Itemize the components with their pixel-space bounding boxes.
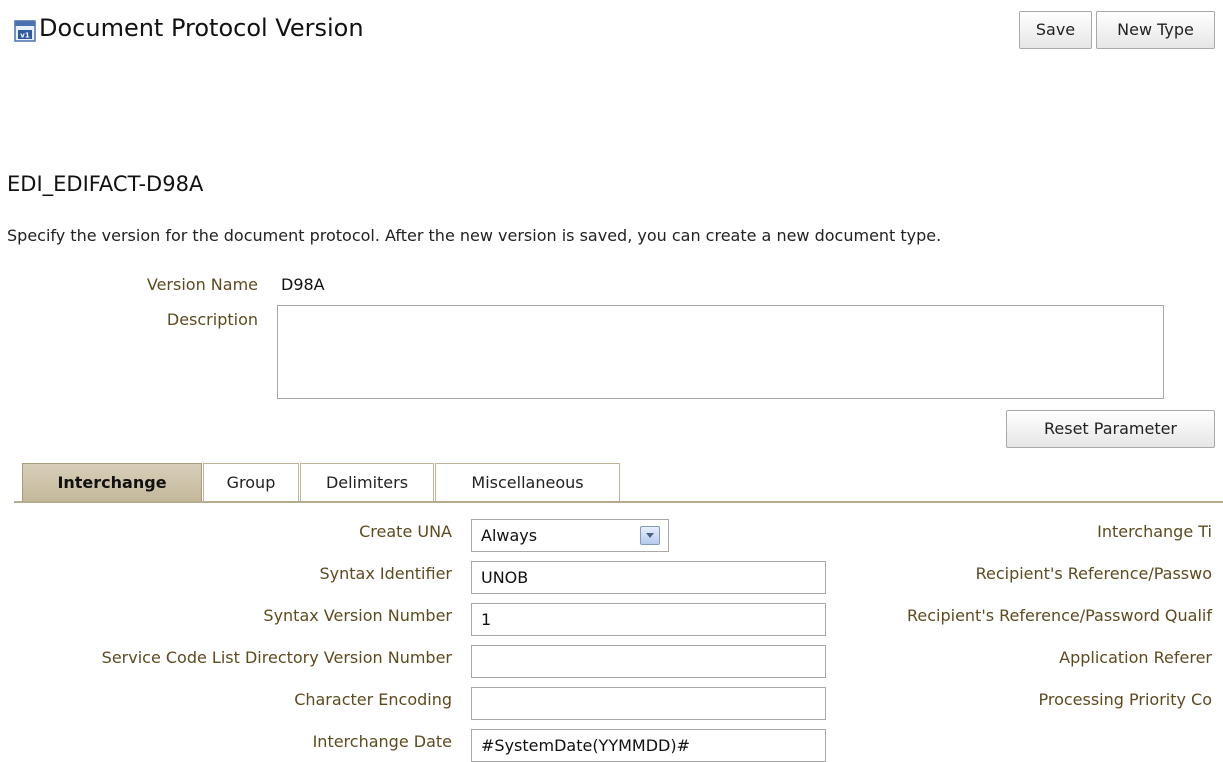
create-una-selected-value: Always <box>481 526 538 545</box>
version-name-value: D98A <box>281 275 325 294</box>
recipient-reference-password-label: Recipient's Reference/Passwo <box>975 564 1212 583</box>
tab-delimiters[interactable]: Delimiters <box>300 463 434 501</box>
tab-bar-divider <box>14 501 1223 503</box>
page-title: Document Protocol Version <box>39 14 364 42</box>
syntax-identifier-input[interactable]: UNOB <box>471 561 826 594</box>
character-encoding-input[interactable] <box>471 687 826 720</box>
interchange-time-label: Interchange Ti <box>1097 522 1212 541</box>
processing-priority-code-label: Processing Priority Co <box>1038 690 1212 709</box>
service-code-list-version-label: Service Code List Directory Version Numb… <box>101 648 452 667</box>
character-encoding-label: Character Encoding <box>294 690 452 709</box>
instruction-text: Specify the version for the document pro… <box>7 226 942 245</box>
service-code-list-version-input[interactable] <box>471 645 826 678</box>
recipient-reference-password-qualifier-label: Recipient's Reference/Password Qualif <box>906 606 1212 625</box>
interchange-date-label: Interchange Date <box>312 732 452 751</box>
svg-text:v1: v1 <box>20 32 30 40</box>
interchange-date-input[interactable]: #SystemDate(YYMMDD)# <box>471 729 826 762</box>
create-una-select[interactable]: Always <box>471 519 669 552</box>
create-una-label: Create UNA <box>359 522 452 541</box>
tab-interchange[interactable]: Interchange <box>22 463 202 501</box>
syntax-version-number-label: Syntax Version Number <box>263 606 452 625</box>
reset-parameter-button[interactable]: Reset Parameter <box>1006 410 1215 448</box>
description-textarea[interactable] <box>277 305 1164 399</box>
new-type-button[interactable]: New Type <box>1096 11 1215 49</box>
version-name-label: Version Name <box>146 275 258 294</box>
tab-miscellaneous[interactable]: Miscellaneous <box>435 463 620 501</box>
chevron-down-icon[interactable] <box>640 526 660 545</box>
application-reference-label: Application Referer <box>1059 648 1212 667</box>
description-label: Description <box>166 310 258 329</box>
syntax-identifier-label: Syntax Identifier <box>319 564 452 583</box>
syntax-version-number-input[interactable]: 1 <box>471 603 826 636</box>
section-title: EDI_EDIFACT-D98A <box>7 172 204 196</box>
tab-group[interactable]: Group <box>203 463 299 501</box>
document-version-icon: v1 <box>14 20 36 42</box>
save-button[interactable]: Save <box>1019 11 1092 49</box>
